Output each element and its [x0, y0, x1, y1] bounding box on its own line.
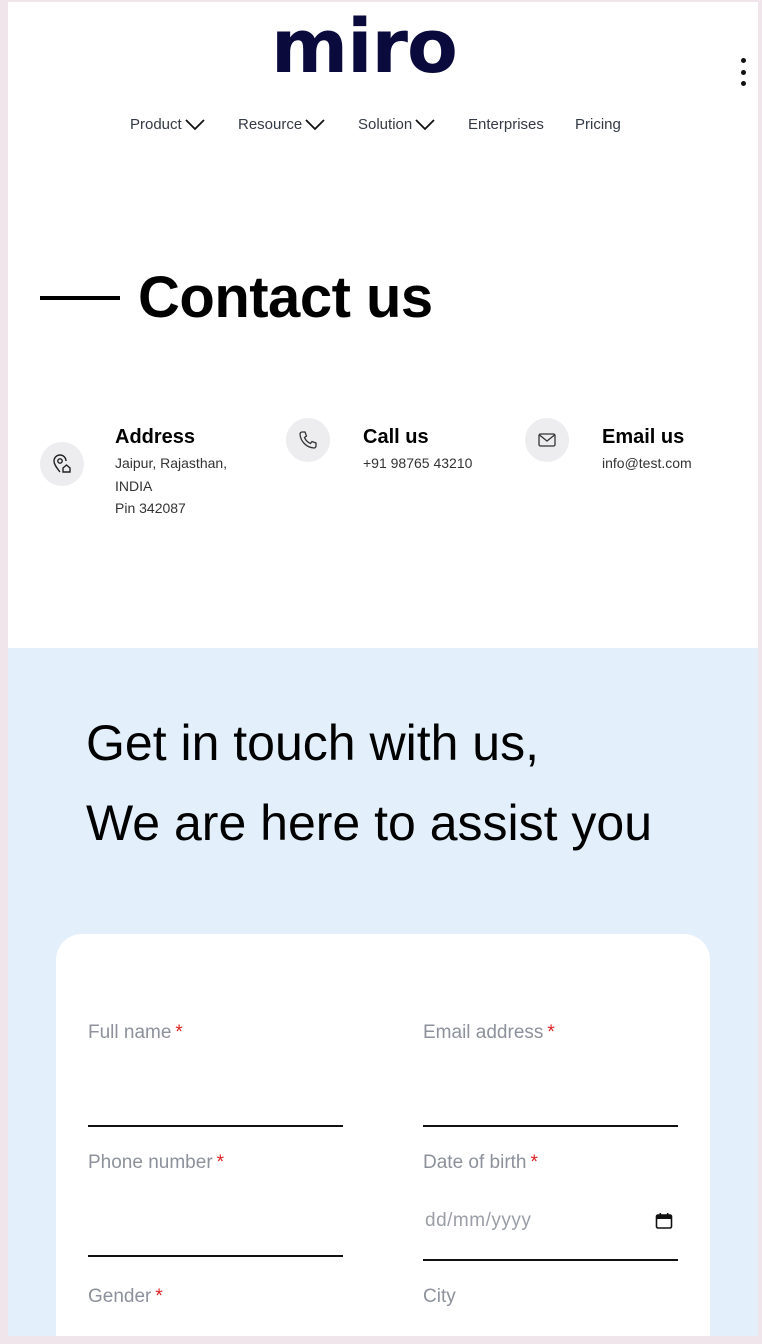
- field-underline: [423, 1259, 678, 1261]
- gender-label: Gender *: [88, 1286, 163, 1308]
- miro-logo[interactable]: miro: [271, 10, 458, 84]
- chevron-down-icon: [305, 118, 325, 130]
- nav-item-resource[interactable]: Resource: [238, 116, 326, 133]
- contact-heading: Contact us: [40, 264, 433, 331]
- nav-item-solution[interactable]: Solution: [358, 116, 436, 133]
- required-mark: *: [155, 1286, 163, 1307]
- kebab-menu-icon[interactable]: [736, 58, 750, 86]
- address-text: Jaipur, Rajasthan, INDIA Pin 342087: [115, 452, 227, 520]
- address-line: Jaipur, Rajasthan,: [115, 455, 228, 471]
- dob-label: Date of birth *: [423, 1152, 538, 1174]
- menu-dot: [740, 58, 746, 63]
- page-title: Contact us: [138, 265, 433, 330]
- nav-item-pricing[interactable]: Pricing: [575, 116, 621, 133]
- call-heading: Call us: [363, 426, 429, 448]
- chevron-down-icon: [185, 118, 205, 130]
- field-underline: [88, 1125, 343, 1127]
- label-text: Date of birth: [423, 1152, 527, 1173]
- location-home-icon: [40, 442, 84, 486]
- hero-heading: Get in touch with us, We are here to ass…: [86, 703, 652, 863]
- nav-item-label: Product: [130, 116, 182, 133]
- email-label: Email address *: [423, 1022, 555, 1044]
- label-text: Gender: [88, 1286, 152, 1307]
- main-nav: Product Resource Solution Enterprises Pr…: [8, 116, 758, 140]
- calendar-icon[interactable]: [654, 1211, 674, 1231]
- required-mark: *: [547, 1022, 555, 1043]
- nav-item-label: Pricing: [575, 116, 621, 133]
- email-address[interactable]: info@test.com: [602, 452, 692, 475]
- required-mark: *: [530, 1152, 538, 1173]
- menu-dot: [740, 81, 746, 86]
- page: miro Product Resource Solution Enterpris…: [8, 2, 758, 1336]
- dob-field[interactable]: dd/mm/yyyy: [425, 1210, 531, 1232]
- nav-item-enterprises[interactable]: Enterprises: [468, 116, 544, 133]
- title-rule: [40, 295, 120, 300]
- hero-line: Get in touch with us,: [86, 715, 540, 771]
- email-field[interactable]: [423, 1084, 678, 1124]
- required-mark: *: [216, 1152, 225, 1173]
- label-text: Email address: [423, 1022, 544, 1043]
- chevron-down-icon: [415, 118, 435, 130]
- nav-item-label: Resource: [238, 116, 303, 133]
- full-name-field[interactable]: [88, 1084, 343, 1124]
- field-underline: [423, 1125, 678, 1127]
- address-line: INDIA: [115, 477, 153, 494]
- email-heading: Email us: [602, 426, 685, 448]
- label-text: City: [423, 1286, 456, 1307]
- phone-label: Phone number *: [88, 1152, 224, 1174]
- nav-item-label: Solution: [358, 116, 413, 133]
- address-line: Pin 342087: [115, 500, 186, 516]
- get-in-touch-section: Get in touch with us, We are here to ass…: [8, 648, 758, 1336]
- full-name-label: Full name *: [88, 1022, 183, 1044]
- required-mark: *: [175, 1022, 183, 1043]
- phone-number[interactable]: +91 98765 43210: [363, 452, 472, 475]
- city-label: City: [423, 1286, 456, 1308]
- hero-line: We are here to assist you: [86, 795, 653, 851]
- field-underline: [88, 1255, 343, 1257]
- phone-icon[interactable]: [286, 418, 330, 462]
- menu-dot: [740, 69, 746, 75]
- nav-item-product[interactable]: Product: [130, 116, 206, 133]
- label-text: Full name: [88, 1022, 172, 1043]
- contact-form: Full name * Email address * Phone number * …: [56, 934, 710, 1336]
- address-heading: Address: [115, 426, 196, 448]
- mail-icon[interactable]: [525, 418, 569, 462]
- nav-item-label: Enterprises: [468, 116, 544, 133]
- phone-field[interactable]: [88, 1214, 343, 1254]
- label-text: Phone number: [88, 1152, 213, 1173]
